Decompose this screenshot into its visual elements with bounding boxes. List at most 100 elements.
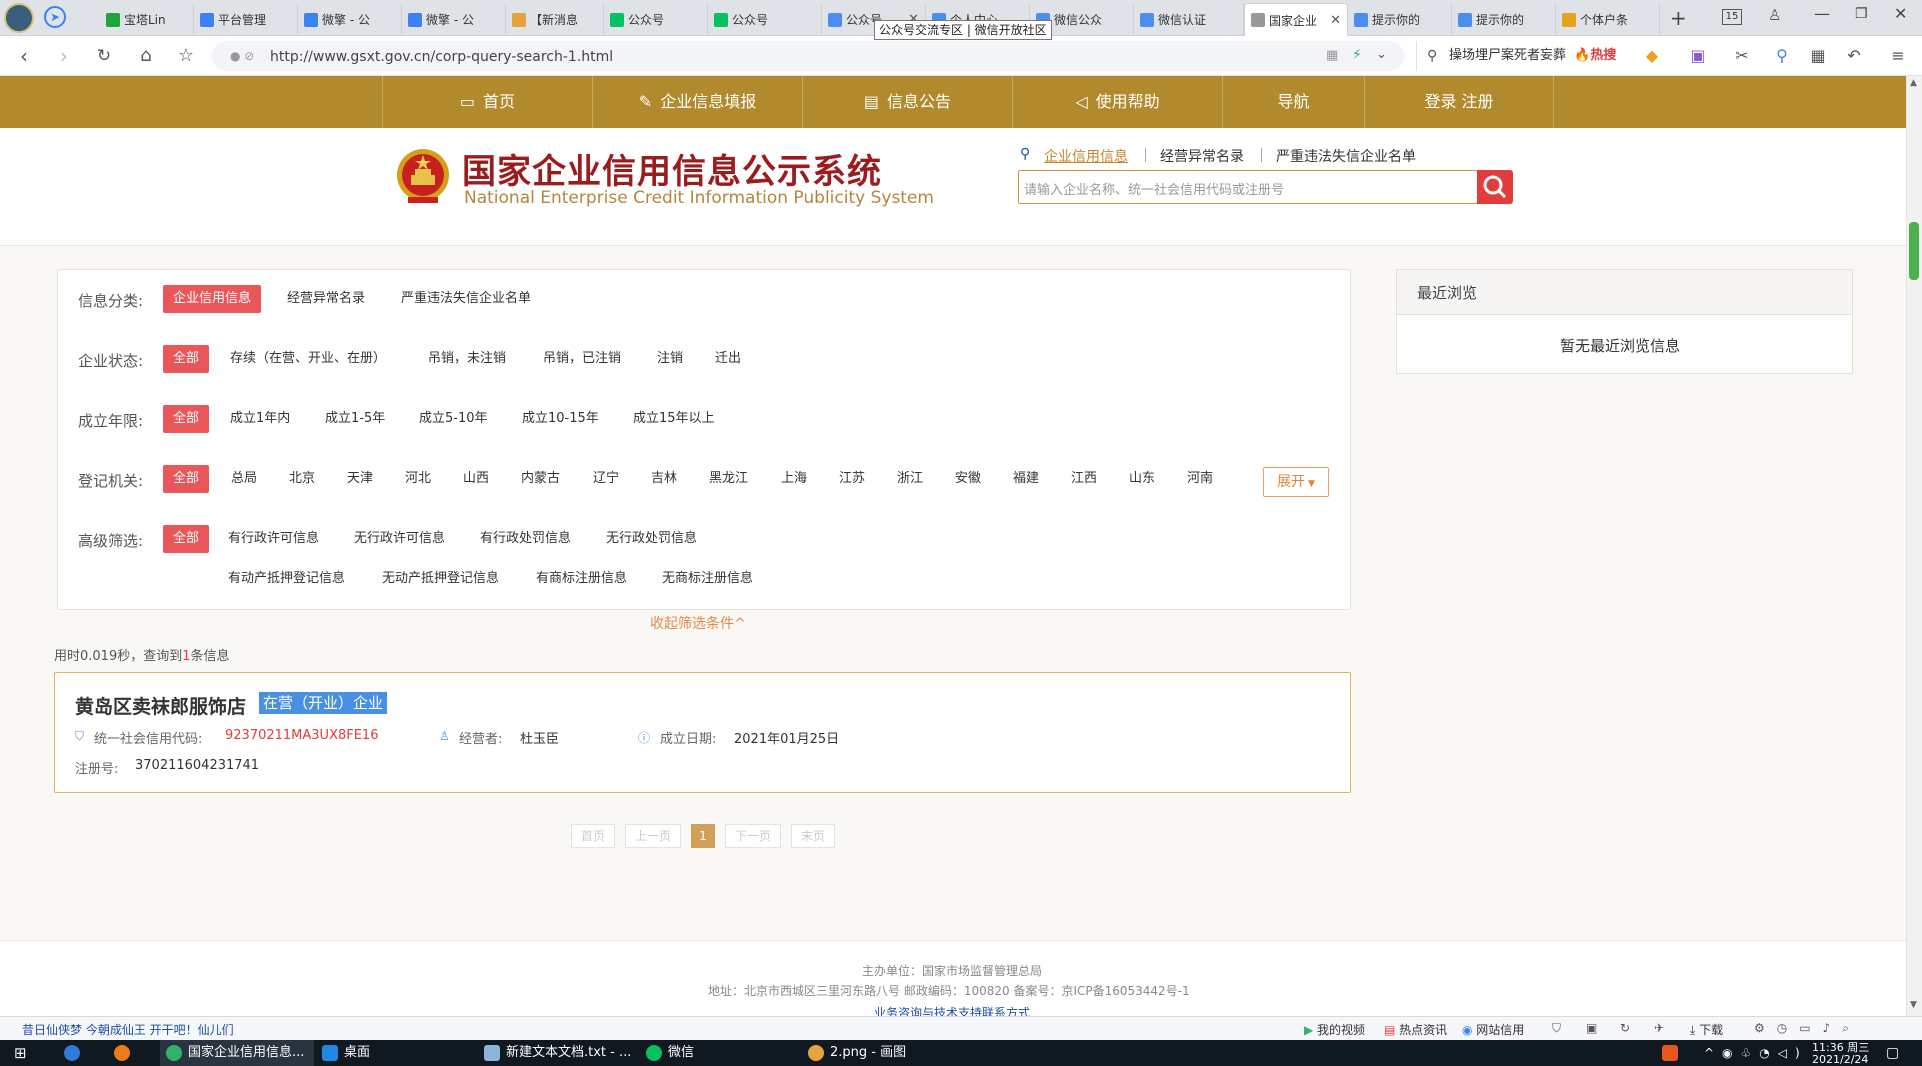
filter-status-option[interactable]: 迁出 xyxy=(715,345,741,373)
browser-tab[interactable]: 公众号 xyxy=(604,3,708,36)
taskbar-app-notepad[interactable]: 新建文本文档.txt - ... xyxy=(484,1040,631,1066)
filter-region-option[interactable]: 福建 xyxy=(1013,465,1039,493)
browser-tab[interactable]: 平台管理 xyxy=(194,3,298,36)
nav-guide[interactable]: 导航 xyxy=(1222,76,1364,128)
filter-advanced-option[interactable]: 无动产抵押登记信息 xyxy=(382,565,499,593)
page-last[interactable]: 末页 xyxy=(791,824,835,848)
page-current[interactable]: 1 xyxy=(691,824,715,848)
back-icon[interactable]: ‹ xyxy=(12,44,36,68)
filter-region-option[interactable]: 吉林 xyxy=(651,465,677,493)
filter-region-option[interactable]: 辽宁 xyxy=(593,465,619,493)
url-text[interactable]: http://www.gsxt.gov.cn/corp-query-search… xyxy=(270,49,613,65)
restore-button[interactable]: ❐ xyxy=(1855,6,1868,22)
filter-advanced-option[interactable]: 有行政处罚信息 xyxy=(480,525,571,553)
filter-status-option[interactable]: 吊销，未注销 xyxy=(428,345,506,373)
filter-years-option[interactable]: 全部 xyxy=(163,405,210,433)
firefox-taskbar-icon[interactable] xyxy=(114,1040,136,1066)
browser-tab[interactable]: 个体户条 xyxy=(1556,3,1660,36)
site-info-icon[interactable]: ● ⊘ xyxy=(230,49,254,63)
browser-avatar[interactable] xyxy=(4,3,34,33)
filter-region-option[interactable]: 浙江 xyxy=(897,465,923,493)
nav-home[interactable]: ▭ 首页 xyxy=(382,76,592,128)
filter-years-option[interactable]: 成立1年内 xyxy=(230,405,290,433)
scroll-up-icon[interactable]: ▲ xyxy=(1910,78,1917,88)
filter-region-option[interactable]: 山西 xyxy=(463,465,489,493)
browser-tab[interactable]: 提示你的 xyxy=(1348,3,1452,36)
nav-help[interactable]: ◁ 使用帮助 xyxy=(1012,76,1222,128)
filter-region-option[interactable]: 上海 xyxy=(781,465,807,493)
notification-icon[interactable]: ▢ xyxy=(1886,1040,1899,1066)
browser-tab[interactable]: 【新消息 xyxy=(506,3,604,36)
page-next[interactable]: 下一页 xyxy=(725,824,781,848)
nav-login-register[interactable]: 登录 注册 xyxy=(1364,76,1554,128)
apps-grid-icon[interactable]: ▦ xyxy=(1806,44,1830,68)
filter-category-option[interactable]: 企业信用信息 xyxy=(163,285,262,313)
filter-region-option[interactable]: 全部 xyxy=(163,465,210,493)
undo-icon[interactable]: ↶ xyxy=(1842,44,1866,68)
filter-region-option[interactable]: 总局 xyxy=(231,465,257,493)
nav-notice[interactable]: ▤ 信息公告 xyxy=(802,76,1012,128)
browser-taskbar-icon[interactable] xyxy=(64,1040,86,1066)
lightning-icon[interactable]: ⚡ xyxy=(1352,47,1362,63)
taskbar-app-desktop[interactable]: 桌面 xyxy=(322,1040,370,1066)
filter-region-option[interactable]: 北京 xyxy=(289,465,315,493)
search-tab-abnormal[interactable]: 经营异常名录 xyxy=(1160,146,1244,166)
page-scrollbar[interactable]: ▲ ▼ xyxy=(1906,76,1922,1016)
collapse-filters-link[interactable]: 收起筛选条件^ xyxy=(650,613,746,633)
close-tab-icon[interactable]: ✕ xyxy=(1330,13,1341,28)
page-prev[interactable]: 上一页 xyxy=(625,824,681,848)
filter-region-option[interactable]: 内蒙古 xyxy=(521,465,560,493)
browser-tab[interactable]: 国家企业 ✕ xyxy=(1244,3,1348,36)
windows-start-icon[interactable]: ⊞ xyxy=(14,1040,27,1066)
close-window-button[interactable]: ✕ xyxy=(1894,4,1907,23)
translate-icon[interactable]: ▣ xyxy=(1686,44,1710,68)
status-news-link[interactable]: ▤ 热点资讯 xyxy=(1384,1021,1447,1038)
filter-advanced-option[interactable]: 无行政处罚信息 xyxy=(606,525,697,553)
filter-region-option[interactable]: 江西 xyxy=(1071,465,1097,493)
browser-tab[interactable]: 微擎 - 公 xyxy=(402,3,506,36)
filter-region-option[interactable]: 河南 xyxy=(1187,465,1213,493)
search-tab-credit[interactable]: 企业信用信息 xyxy=(1044,146,1128,166)
chevron-down-icon[interactable]: ⌄ xyxy=(1376,47,1387,62)
tab-count-badge[interactable]: 15 xyxy=(1722,9,1742,25)
browser-tab[interactable]: 宝塔Lin xyxy=(100,3,194,36)
filter-region-option[interactable]: 安徽 xyxy=(955,465,981,493)
bookmark-star-icon[interactable]: ☆ xyxy=(174,44,198,68)
hot-search-box[interactable]: ⚲ 操场埋尸案死者妄葬 🔥热搜 xyxy=(1416,41,1644,71)
taskbar-app-wechat[interactable]: 微信 xyxy=(646,1040,694,1066)
browser-tab[interactable]: 提示你的 xyxy=(1452,3,1556,36)
reader-mode-icon[interactable]: ▦ xyxy=(1326,48,1338,63)
expand-button[interactable]: 展开 ▼ xyxy=(1263,467,1329,497)
home-icon[interactable]: ⌂ xyxy=(134,44,158,68)
filter-years-option[interactable]: 成立5-10年 xyxy=(419,405,488,433)
filter-years-option[interactable]: 成立1-5年 xyxy=(325,405,385,433)
taskbar-clock[interactable]: 11:36 周三 2021/2/24 xyxy=(1812,1042,1869,1066)
minimize-button[interactable]: — xyxy=(1814,4,1830,23)
company-name[interactable]: 黄岛区卖袜郎服饰店 xyxy=(75,692,246,719)
download-link[interactable]: ⤓ 下载 xyxy=(1690,1021,1723,1038)
filter-region-option[interactable]: 天津 xyxy=(347,465,373,493)
refresh-status-icon[interactable]: ↻ xyxy=(1620,1021,1630,1035)
filter-status-option[interactable]: 注销 xyxy=(657,345,683,373)
filter-advanced-option[interactable]: 全部 xyxy=(163,525,210,553)
menu-icon[interactable]: ≡ xyxy=(1886,44,1910,68)
image-status-icon[interactable]: ▣ xyxy=(1586,1021,1597,1035)
filter-category-option[interactable]: 严重违法失信企业名单 xyxy=(401,285,531,313)
scrollbar-thumb[interactable] xyxy=(1909,222,1919,280)
browser-tab[interactable]: 微信认证 xyxy=(1134,3,1244,36)
filter-years-option[interactable]: 成立15年以上 xyxy=(633,405,715,433)
extension-shield-icon[interactable]: ◆ xyxy=(1640,44,1664,68)
filter-advanced-option[interactable]: 有行政许可信息 xyxy=(228,525,319,553)
browser-tab[interactable]: 公众号 xyxy=(708,3,822,36)
reload-icon[interactable]: ↻ xyxy=(92,44,116,68)
sogou-tray-icon[interactable] xyxy=(1662,1040,1684,1066)
filter-region-option[interactable]: 河北 xyxy=(405,465,431,493)
filter-region-option[interactable]: 江苏 xyxy=(839,465,865,493)
filter-advanced-option[interactable]: 有商标注册信息 xyxy=(536,565,627,593)
filter-status-option[interactable]: 存续（在营、开业、在册） xyxy=(230,345,386,373)
browser-tab[interactable]: 微擎 - 公 xyxy=(298,3,402,36)
shield-status-icon[interactable]: ⛉ xyxy=(1552,1021,1561,1036)
rocket-status-icon[interactable]: ✈ xyxy=(1654,1021,1664,1035)
shirt-icon[interactable]: ♙ xyxy=(1768,6,1781,24)
zoom-search-icon[interactable]: ⚲ xyxy=(1770,44,1794,68)
